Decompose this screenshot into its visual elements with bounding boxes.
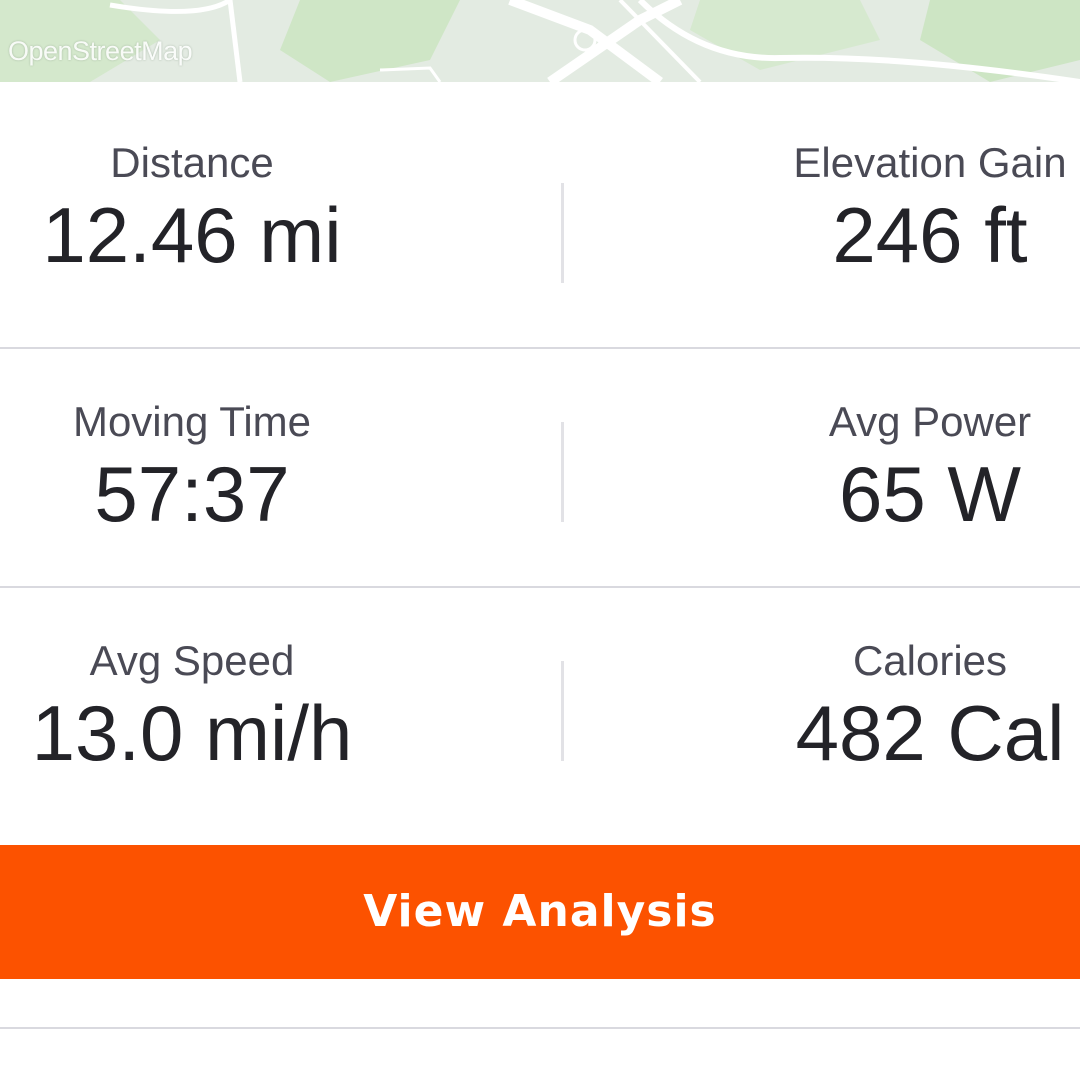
stat-value: 482 Cal: [795, 689, 1065, 777]
stat-label: Avg Speed: [89, 637, 295, 684]
stat-label: Avg Power: [828, 398, 1032, 445]
stat-label: Calories: [852, 637, 1008, 684]
stat-calories: Calories 482 Cal: [750, 560, 1080, 778]
stat-avg-speed: Avg Speed 13.0 mi/h: [12, 560, 372, 778]
stat-value: 57:37: [94, 450, 290, 538]
stat-value: 13.0 mi/h: [31, 689, 353, 777]
stats-row-2: Moving Time 57:37 Avg Power 65 W: [0, 321, 1080, 559]
stat-elevation-gain: Elevation Gain 246 ft: [750, 62, 1080, 280]
stats-row-3: Avg Speed 13.0 mi/h Calories 482 Cal: [0, 560, 1080, 798]
stat-label: Elevation Gain: [793, 139, 1067, 186]
stat-value: 246 ft: [832, 191, 1028, 279]
stat-value: 65 W: [838, 450, 1022, 538]
column-divider: [561, 422, 564, 522]
bottom-divider: [0, 1027, 1080, 1029]
stat-avg-power: Avg Power 65 W: [750, 321, 1080, 539]
stat-distance: Distance 12.46 mi: [12, 62, 372, 280]
stat-label: Moving Time: [72, 398, 312, 445]
stat-label: Distance: [110, 139, 274, 186]
column-divider: [561, 661, 564, 761]
stat-value: 12.46 mi: [42, 191, 342, 279]
view-analysis-button[interactable]: View Analysis: [0, 845, 1080, 979]
stat-moving-time: Moving Time 57:37: [12, 321, 372, 539]
column-divider: [561, 183, 564, 283]
stats-row-1: Distance 12.46 mi Elevation Gain 246 ft: [0, 82, 1080, 320]
